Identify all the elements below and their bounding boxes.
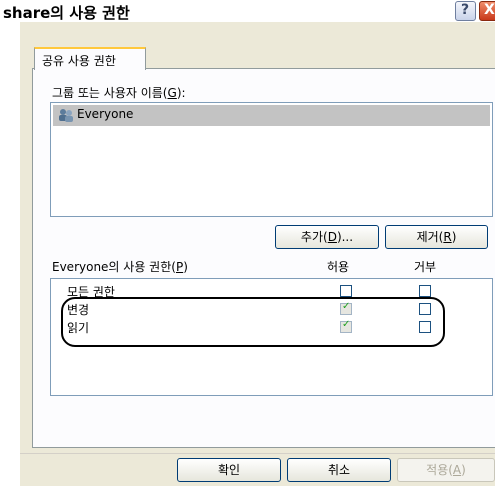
permissions-list: 모든 권한 변경 읽기 — [50, 278, 493, 396]
permission-row: 모든 권한 — [51, 283, 492, 299]
allow-checkbox-change[interactable] — [340, 301, 352, 315]
permission-row: 읽기 — [51, 319, 492, 335]
allow-checkbox-read[interactable] — [340, 319, 352, 333]
user-name: Everyone — [77, 107, 134, 121]
permissions-dialog: share의 사용 권한 ? X 공유 사용 권한 그룹 또는 사용자 이름(G… — [0, 0, 495, 486]
allow-checkbox-full-control[interactable] — [340, 285, 352, 297]
window-title: share의 사용 권한 — [3, 4, 130, 22]
cancel-button[interactable]: 취소 — [287, 458, 391, 482]
tab-label: 공유 사용 권한 — [42, 54, 116, 68]
deny-checkbox-change[interactable] — [419, 303, 431, 315]
remove-button[interactable]: 제거(R) — [385, 225, 488, 249]
permission-row: 변경 — [51, 301, 492, 317]
list-item[interactable]: Everyone — [53, 105, 490, 126]
deny-checkbox-full-control[interactable] — [419, 285, 431, 297]
group-users-label: 그룹 또는 사용자 이름(G): — [52, 86, 186, 100]
close-button[interactable]: X — [479, 1, 495, 21]
permission-name: 읽기 — [67, 321, 90, 335]
deny-checkbox-read[interactable] — [419, 321, 431, 333]
title-bar[interactable]: share의 사용 권한 ? X — [0, 0, 495, 22]
permission-name: 변경 — [67, 303, 90, 317]
users-icon — [59, 109, 73, 122]
permissions-label: Everyone의 사용 권한(P) — [52, 260, 188, 274]
ok-button[interactable]: 확인 — [177, 458, 281, 482]
group-users-listbox[interactable]: Everyone — [50, 102, 493, 217]
help-icon: ? — [461, 2, 470, 18]
permission-name: 모든 권한 — [67, 285, 115, 299]
apply-button[interactable]: 적용(A) — [397, 458, 495, 482]
add-button[interactable]: 추가(D)... — [275, 225, 379, 249]
footer-divider — [20, 453, 495, 454]
allow-column-header: 허용 — [327, 260, 350, 274]
deny-column-header: 거부 — [414, 260, 437, 274]
tab-share-permissions[interactable]: 공유 사용 권한 — [34, 47, 146, 70]
help-button[interactable]: ? — [455, 1, 476, 21]
close-icon: X — [484, 2, 495, 18]
